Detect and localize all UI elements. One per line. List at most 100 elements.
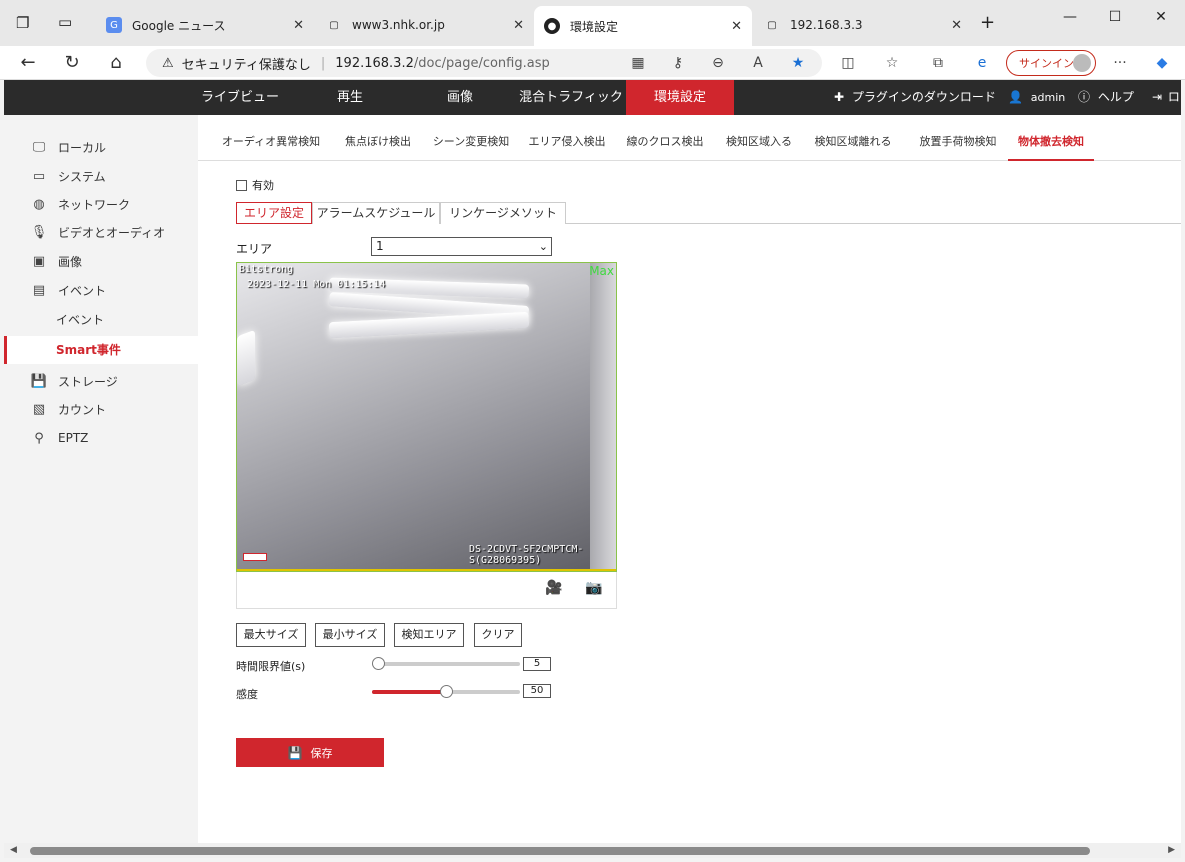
sidebar-item-storage[interactable]: 💾 ストレージ (4, 367, 198, 395)
sidebar-item-label: システム (58, 169, 106, 184)
back-icon[interactable]: ← (14, 50, 42, 76)
menu-playback[interactable]: 再生 (304, 80, 396, 115)
sensitivity-slider[interactable] (372, 685, 520, 698)
slider-fill (372, 690, 446, 694)
count-icon: ▧ (32, 401, 46, 417)
step-arming-schedule[interactable]: アラームスケジュール (312, 202, 440, 224)
tab-intrusion[interactable]: エリア侵入検出 (524, 127, 610, 161)
time-threshold-value[interactable]: 5 (523, 657, 551, 671)
browser-tab-nhk[interactable]: ▢ www3.nhk.or.jp ✕ (316, 8, 534, 42)
menu-mixed-traffic[interactable]: 混合トラフィック (516, 80, 626, 115)
tab-region-entrance[interactable]: 検知区域入る (722, 127, 796, 161)
scroll-left-icon[interactable]: ◀ (10, 843, 17, 858)
user-menu[interactable]: 👤 admin (1008, 80, 1065, 115)
record-icon[interactable]: 🎥 (545, 580, 562, 596)
close-icon[interactable]: ✕ (951, 18, 962, 33)
globe-icon: ◍ (33, 196, 45, 212)
sensitivity-value[interactable]: 50 (523, 684, 551, 698)
browser-tab-google-news[interactable]: G Google ニュース ✕ (96, 8, 314, 42)
plugin-download-link[interactable]: ✚ プラグインのダウンロード (834, 80, 996, 115)
menu-configuration[interactable]: 環境設定 (626, 80, 734, 115)
time-threshold-slider[interactable] (372, 657, 520, 670)
tab-region-exiting[interactable]: 検知区域離れる (810, 127, 896, 161)
app-grid-icon[interactable]: ▦ (626, 52, 650, 74)
split-screen-icon[interactable]: ◫ (836, 52, 860, 74)
sidebar-item-image[interactable]: ▣ 画像 (4, 247, 198, 275)
sidebar-item-local[interactable]: 🖵 ローカル (4, 133, 198, 161)
url-field[interactable]: ⚠ セキュリティ保護なし | 192.168.3.2 /doc/page/con… (146, 49, 822, 77)
step-linkage-method[interactable]: リンケージメソット (440, 202, 566, 224)
collections-icon[interactable]: ⧉ (926, 52, 950, 74)
browser-tab-config[interactable]: ● 環境設定 ✕ (534, 6, 752, 46)
detect-area-button[interactable]: 検知エリア (394, 623, 464, 647)
app-header: ライブビュー 再生 画像 混合トラフィック 環境設定 ✚ プラグインのダウンロー… (4, 80, 1181, 115)
tab-defocus[interactable]: 焦点ぼけ検出 (338, 127, 418, 161)
maximize-icon[interactable]: ☐ (1100, 6, 1130, 28)
scroll-right-icon[interactable]: ▶ (1168, 843, 1175, 858)
tab-audio-exception[interactable]: オーディオ異常検知 (216, 127, 326, 161)
workspaces-icon[interactable]: ❐ (16, 14, 29, 32)
sidebar-item-label: ローカル (58, 140, 107, 155)
sidebar-item-label: ストレージ (58, 374, 118, 389)
address-bar-row: ← ↻ ⌂ ⚠ セキュリティ保護なし | 192.168.3.2 /doc/pa… (0, 46, 1185, 80)
detection-region-edge (237, 569, 616, 571)
sidebar-item-system[interactable]: ▭ システム (4, 162, 198, 190)
chevron-down-icon: ⌄ (538, 240, 548, 253)
device-osd: DS-2CDVT-SF2CMPTCM-S(G28069395) (469, 544, 584, 566)
sidebar-item-eptz[interactable]: ⚲ EPTZ (4, 424, 198, 452)
camera-snapshot-icon[interactable]: 📷 (585, 580, 602, 596)
copilot-icon[interactable]: ◆ (1150, 52, 1174, 74)
logout-link[interactable]: ⇥ ロ (1152, 80, 1180, 115)
enable-checkbox[interactable] (236, 179, 247, 191)
save-button[interactable]: 💾 保存 (236, 738, 384, 767)
read-aloud-icon[interactable]: A (746, 52, 770, 74)
min-size-button[interactable]: 最小サイズ (315, 623, 385, 647)
area-select[interactable]: 1 ⌄ (371, 237, 552, 256)
sidebar-item-label: イベント (58, 283, 107, 298)
slider-thumb[interactable] (440, 685, 453, 698)
more-menu-icon[interactable]: ··· (1108, 52, 1132, 74)
zoom-icon[interactable]: ⊖ (706, 52, 730, 74)
sidebar-item-network[interactable]: ◍ ネットワーク (4, 190, 198, 218)
menu-live-view[interactable]: ライブビュー (190, 80, 290, 115)
close-icon[interactable]: ✕ (513, 18, 524, 33)
step-area-settings[interactable]: エリア設定 (236, 202, 312, 224)
sidebar-subitem-event[interactable]: イベント (4, 306, 198, 334)
tab-object-removal[interactable]: 物体撤去検知 (1008, 127, 1094, 161)
home-icon[interactable]: ⌂ (102, 50, 130, 76)
key-icon[interactable]: ⚷ (666, 52, 690, 74)
help-link[interactable]: ⓘ ヘルプ (1078, 80, 1134, 115)
sidebar-item-video-audio[interactable]: 🎙 ビデオとオーディオ (4, 218, 198, 246)
menu-picture[interactable]: 画像 (414, 80, 506, 115)
minimize-icon[interactable]: — (1055, 6, 1085, 28)
tab-line-crossing[interactable]: 線のクロス検出 (622, 127, 708, 161)
tab-scene-change[interactable]: シーン変更検知 (428, 127, 514, 161)
tab-title: www3.nhk.or.jp (352, 18, 445, 32)
signin-button[interactable]: サインイン (1006, 50, 1096, 76)
new-tab-button[interactable]: + (980, 12, 995, 33)
max-size-button[interactable]: 最大サイズ (236, 623, 306, 647)
favorites-icon[interactable]: ☆ (880, 52, 904, 74)
tab-unattended-baggage[interactable]: 放置手荷物検知 (908, 127, 1008, 161)
slider-thumb[interactable] (372, 657, 385, 670)
close-icon[interactable]: ✕ (293, 18, 304, 33)
scrollbar-thumb[interactable] (30, 847, 1090, 855)
browser-tab-192-168-3-3[interactable]: ▢ 192.168.3.3 ✕ (754, 8, 972, 42)
favorite-star-icon[interactable]: ★ (786, 52, 810, 74)
video-preview[interactable]: Bitstrong 2023-12-11 Mon 01:15:14 Max DS… (236, 262, 617, 572)
ie-mode-icon[interactable]: e (970, 52, 994, 74)
refresh-icon[interactable]: ↻ (58, 50, 86, 76)
user-icon: 👤 (1008, 90, 1023, 104)
close-window-icon[interactable]: ✕ (1146, 6, 1176, 28)
sidebar-item-count[interactable]: ▧ カウント (4, 395, 198, 423)
close-icon[interactable]: ✕ (731, 19, 742, 34)
tab-actions-icon[interactable]: ▭ (58, 13, 72, 31)
clear-button[interactable]: クリア (474, 623, 522, 647)
video-toolbar: 🎥 📷 (236, 572, 617, 609)
sidebar-item-event[interactable]: ▤ イベント (4, 276, 198, 304)
image-icon: ▣ (32, 253, 46, 269)
area-label: エリア (236, 242, 273, 256)
sidebar-subitem-smart-event[interactable]: Smart事件 (4, 336, 198, 364)
horizontal-scrollbar[interactable]: ◀ ▶ (4, 843, 1181, 858)
url-host: 192.168.3.2 (335, 55, 414, 71)
